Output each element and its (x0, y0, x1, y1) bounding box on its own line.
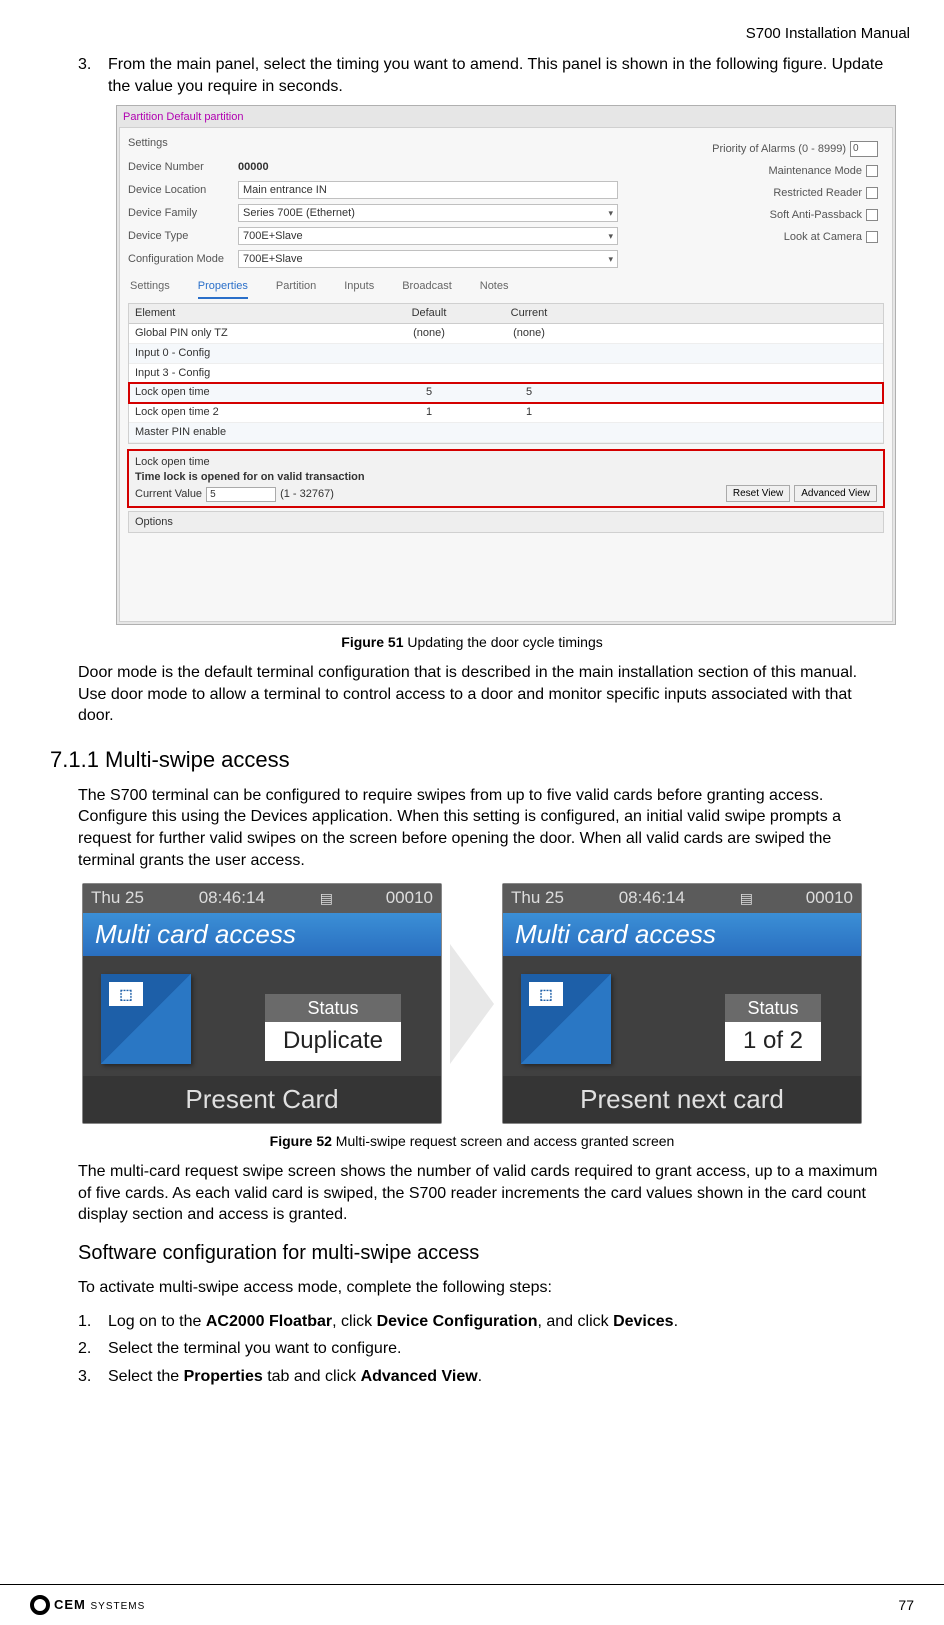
tab-properties[interactable]: Properties (198, 279, 248, 299)
device-family-label: Device Family (128, 206, 238, 221)
priority-input[interactable]: 0 (850, 141, 878, 157)
sw-config-intro: To activate multi-swipe access mode, com… (78, 1277, 886, 1299)
device-type-dropdown[interactable]: 700E+Slave (238, 227, 618, 245)
list-item: 2. Select the terminal you want to confi… (78, 1338, 904, 1360)
reset-view-button[interactable]: Reset View (726, 485, 790, 502)
grid-header: Element Default Current (129, 304, 883, 324)
detail-panel: Lock open time Time lock is opened for o… (128, 450, 884, 507)
tab-settings[interactable]: Settings (130, 279, 170, 299)
device-location-field[interactable]: Main entrance IN (238, 181, 618, 199)
ts-time: 08:46:14 (199, 887, 265, 910)
ts-time: 08:46:14 (619, 887, 685, 910)
tab-partition[interactable]: Partition (276, 279, 316, 299)
current-value-label: Current Value (135, 487, 202, 502)
soft-apb-checkbox[interactable] (866, 209, 878, 221)
list-number: 3. (78, 1366, 108, 1388)
col-default: Default (379, 304, 479, 323)
page-number: 77 (898, 1596, 914, 1615)
list-item: 3. Select the Properties tab and click A… (78, 1366, 904, 1388)
door-mode-paragraph: Door mode is the default terminal config… (78, 662, 886, 727)
device-type-label: Device Type (128, 229, 238, 244)
footer-logo: CEM SYSTEMS (30, 1595, 145, 1615)
maintenance-mode-label: Maintenance Mode (768, 164, 862, 179)
properties-grid: Element Default Current Global PIN only … (128, 303, 884, 444)
col-element: Element (129, 304, 379, 323)
ts-date: Thu 25 (91, 887, 144, 910)
ts-title: Multi card access (83, 913, 441, 956)
multiswipe-intro: The S700 terminal can be configured to r… (78, 785, 886, 871)
restricted-reader-checkbox[interactable] (866, 187, 878, 199)
look-camera-label: Look at Camera (784, 230, 862, 245)
list-text: Select the Properties tab and click Adva… (108, 1366, 904, 1388)
priority-label: Priority of Alarms (0 - 8999) (712, 142, 846, 157)
terminal-screen-left: Thu 25 08:46:14 ▤ 00010 Multi card acces… (82, 883, 442, 1124)
chevron-right-icon (450, 944, 494, 1064)
list-text: From the main panel, select the timing y… (108, 54, 904, 97)
right-options-column: Priority of Alarms (0 - 8999) 0 Maintenan… (712, 138, 878, 248)
list-text: Select the terminal you want to configur… (108, 1338, 904, 1360)
figure-52-caption: Figure 52 Multi-swipe request screen and… (30, 1132, 914, 1151)
card-icon: ⬚ (101, 974, 191, 1064)
window-title: Partition Default partition (119, 108, 893, 127)
multiswipe-para-2: The multi-card request swipe screen show… (78, 1161, 886, 1226)
figure-52-wrap: Thu 25 08:46:14 ▤ 00010 Multi card acces… (78, 883, 866, 1124)
list-number: 1. (78, 1311, 108, 1333)
page-footer: CEM SYSTEMS 77 (0, 1584, 944, 1615)
config-mode-label: Configuration Mode (128, 252, 238, 267)
terminal-screen-right: Thu 25 08:46:14 ▤ 00010 Multi card acces… (502, 883, 862, 1124)
doc-header: S700 Installation Manual (30, 24, 914, 54)
card-icon: ⬚ (521, 974, 611, 1064)
table-row[interactable]: Lock open time55 (129, 383, 883, 403)
status-label: Status (265, 994, 401, 1022)
device-number-label: Device Number (128, 160, 238, 175)
heading-7-1-1: 7.1.1 Multi-swipe access (50, 745, 914, 775)
list-number: 2. (78, 1338, 108, 1360)
look-camera-checkbox[interactable] (866, 231, 878, 243)
list-item: 3. From the main panel, select the timin… (78, 54, 904, 97)
ts-id: 00010 (806, 887, 853, 910)
device-location-label: Device Location (128, 183, 238, 198)
network-icon: ▤ (740, 889, 751, 908)
config-mode-dropdown[interactable]: 700E+Slave (238, 250, 618, 268)
figure-51-screenshot: Partition Default partition Settings Dev… (116, 105, 896, 625)
restricted-reader-label: Restricted Reader (773, 186, 862, 201)
device-number-value: 00000 (238, 160, 269, 175)
table-row[interactable]: Global PIN only TZ(none)(none) (129, 324, 883, 344)
table-row[interactable]: Input 3 - Config (129, 364, 883, 384)
heading-sw-config: Software configuration for multi-swipe a… (78, 1240, 914, 1267)
table-row[interactable]: Master PIN enable (129, 423, 883, 443)
device-family-dropdown[interactable]: Series 700E (Ethernet) (238, 204, 618, 222)
tab-inputs[interactable]: Inputs (344, 279, 374, 299)
table-row[interactable]: Lock open time 211 (129, 403, 883, 423)
advanced-view-button[interactable]: Advanced View (794, 485, 877, 502)
maintenance-mode-checkbox[interactable] (866, 165, 878, 177)
ts-title: Multi card access (503, 913, 861, 956)
value-range: (1 - 32767) (280, 487, 334, 502)
tab-notes[interactable]: Notes (480, 279, 509, 299)
figure-51-caption: Figure 51 Updating the door cycle timing… (30, 633, 914, 652)
current-value-input[interactable]: 5 (206, 487, 276, 502)
status-value: 1 of 2 (725, 1022, 821, 1060)
soft-apb-label: Soft Anti-Passback (770, 208, 862, 223)
ts-id: 00010 (386, 887, 433, 910)
ts-date: Thu 25 (511, 887, 564, 910)
ts-footer: Present next card (503, 1076, 861, 1123)
table-row[interactable]: Input 0 - Config (129, 344, 883, 364)
detail-title: Lock open time (135, 455, 365, 470)
logo-ring-icon (30, 1595, 50, 1615)
ts-footer: Present Card (83, 1076, 441, 1123)
options-bar: Options (128, 511, 884, 534)
status-label: Status (725, 994, 821, 1022)
list-text: Log on to the AC2000 Floatbar, click Dev… (108, 1311, 904, 1333)
network-icon: ▤ (320, 889, 331, 908)
list-number: 3. (78, 54, 108, 97)
col-current: Current (479, 304, 579, 323)
tab-broadcast[interactable]: Broadcast (402, 279, 452, 299)
status-value: Duplicate (265, 1022, 401, 1060)
tab-bar: Settings Properties Partition Inputs Bro… (128, 279, 884, 299)
detail-desc: Time lock is opened for on valid transac… (135, 470, 365, 485)
list-item: 1. Log on to the AC2000 Floatbar, click … (78, 1311, 904, 1333)
